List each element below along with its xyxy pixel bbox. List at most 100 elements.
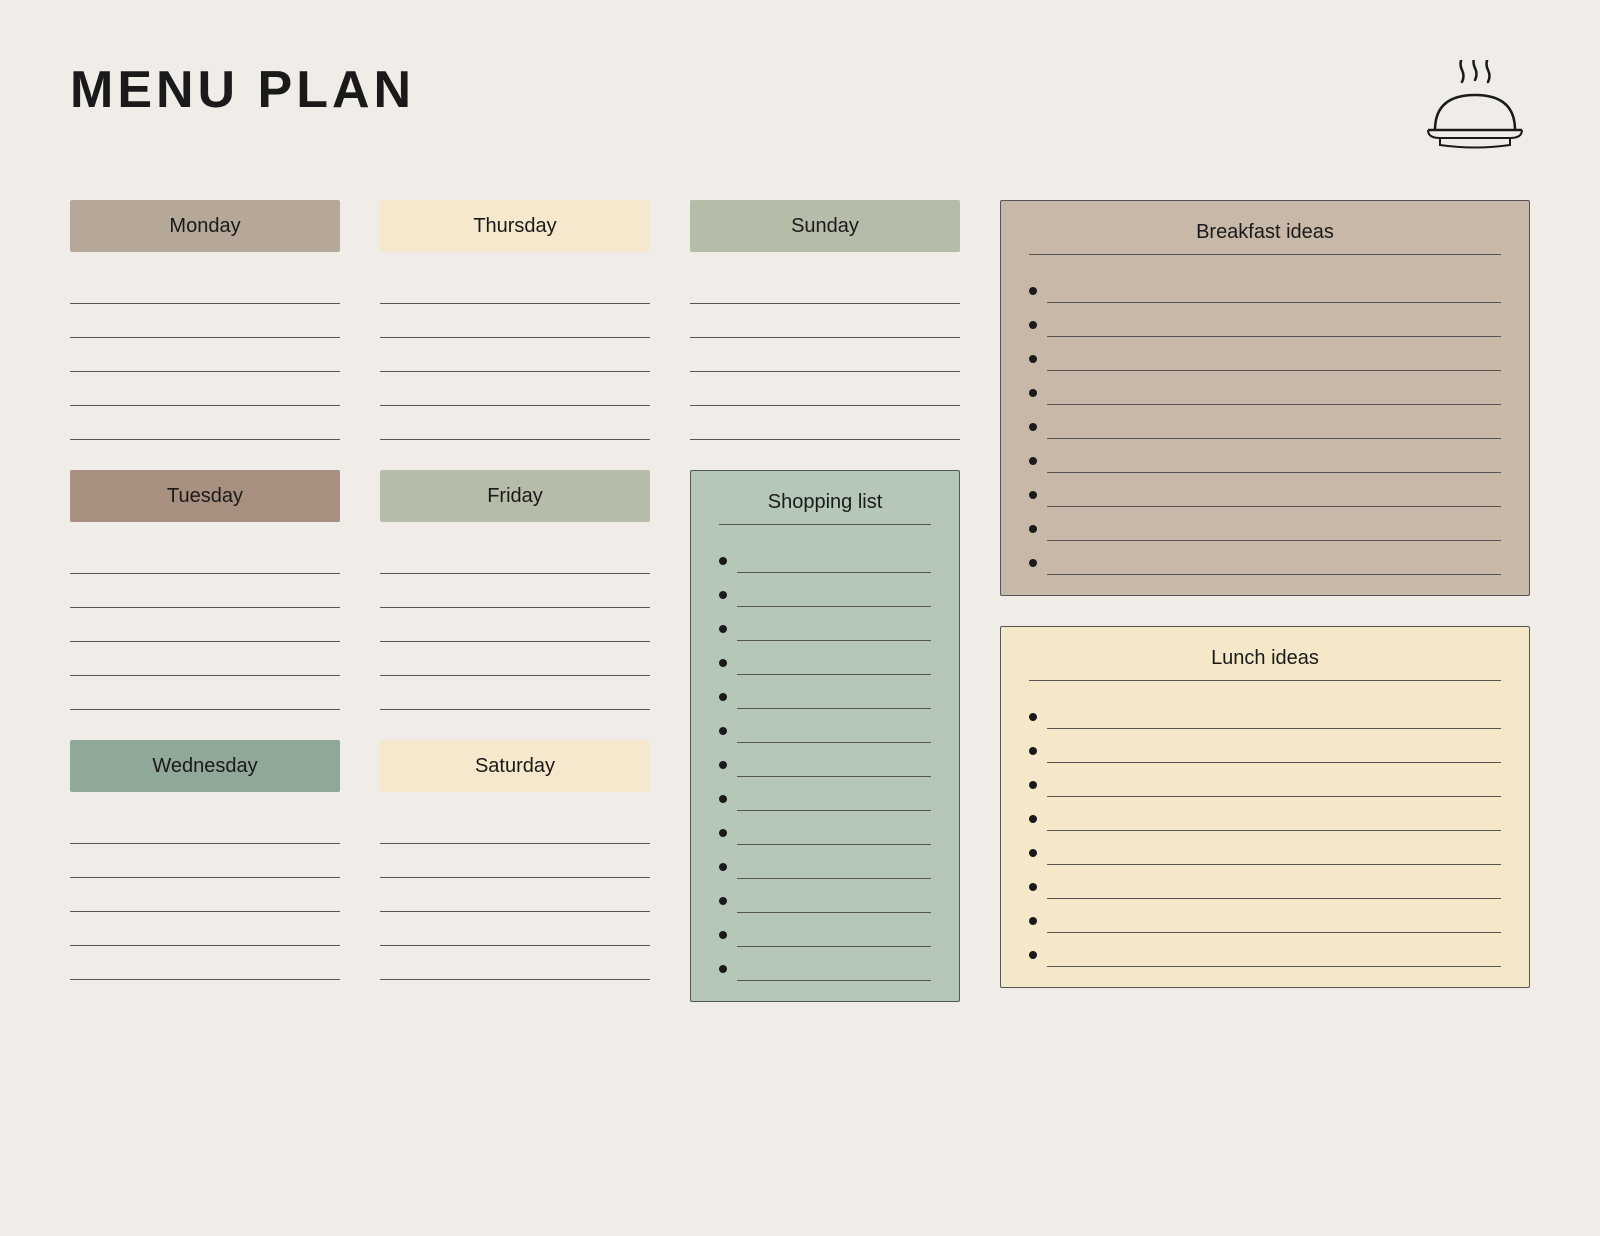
breakfast-title: Breakfast ideas	[1029, 221, 1501, 255]
friday-lines	[380, 540, 650, 710]
item-line	[1047, 541, 1501, 575]
lunch-item	[1029, 797, 1501, 831]
saturday-label: Saturday	[380, 740, 650, 792]
item-line	[737, 947, 931, 981]
tuesday-section: Tuesday	[70, 470, 340, 710]
bullet-dot	[719, 557, 727, 565]
line	[70, 912, 340, 946]
line	[70, 946, 340, 980]
item-line	[1047, 405, 1501, 439]
item-line	[737, 913, 931, 947]
item-line	[1047, 865, 1501, 899]
item-line	[1047, 439, 1501, 473]
bullet-dot	[1029, 747, 1037, 755]
line	[70, 574, 340, 608]
shopping-item	[719, 879, 931, 913]
item-line	[1047, 473, 1501, 507]
bullet-dot	[1029, 951, 1037, 959]
bullet-dot	[719, 693, 727, 701]
lunch-item	[1029, 933, 1501, 967]
bullet-dot	[1029, 423, 1037, 431]
bullet-dot	[1029, 321, 1037, 329]
line	[690, 270, 960, 304]
right-col: Breakfast ideas Lunch ideas	[1000, 200, 1530, 1010]
bullet-dot	[1029, 355, 1037, 363]
line	[690, 406, 960, 440]
item-line	[737, 777, 931, 811]
bullet-dot	[1029, 883, 1037, 891]
bullet-dot	[719, 863, 727, 871]
shopping-item	[719, 641, 931, 675]
breakfast-item	[1029, 405, 1501, 439]
lunch-item	[1029, 729, 1501, 763]
main-grid: Monday Tuesday	[70, 200, 1530, 1010]
line	[380, 574, 650, 608]
line	[380, 270, 650, 304]
bullet-dot	[719, 795, 727, 803]
wednesday-lines	[70, 810, 340, 980]
col3: Sunday Shopping list	[690, 200, 960, 1010]
line	[70, 338, 340, 372]
item-line	[737, 709, 931, 743]
breakfast-item	[1029, 337, 1501, 371]
line	[70, 372, 340, 406]
breakfast-item	[1029, 541, 1501, 575]
bullet-dot	[1029, 287, 1037, 295]
tuesday-lines	[70, 540, 340, 710]
line	[70, 304, 340, 338]
line	[380, 372, 650, 406]
bullet-dot	[719, 897, 727, 905]
bullet-dot	[719, 965, 727, 973]
line	[70, 406, 340, 440]
bullet-dot	[1029, 491, 1037, 499]
item-line	[737, 607, 931, 641]
line	[380, 912, 650, 946]
thursday-section: Thursday	[380, 200, 650, 440]
header: MENU PLAN	[70, 60, 1530, 150]
thursday-lines	[380, 270, 650, 440]
thursday-label: Thursday	[380, 200, 650, 252]
line	[70, 676, 340, 710]
line	[70, 878, 340, 912]
lunch-panel: Lunch ideas	[1000, 626, 1530, 988]
lunch-item	[1029, 899, 1501, 933]
lunch-item	[1029, 865, 1501, 899]
line	[380, 338, 650, 372]
item-line	[1047, 303, 1501, 337]
line	[380, 304, 650, 338]
tuesday-label: Tuesday	[70, 470, 340, 522]
line	[380, 878, 650, 912]
line	[380, 810, 650, 844]
item-line	[1047, 899, 1501, 933]
monday-label: Monday	[70, 200, 340, 252]
sunday-label: Sunday	[690, 200, 960, 252]
line	[690, 338, 960, 372]
shopping-item	[719, 607, 931, 641]
line	[380, 946, 650, 980]
shopping-item	[719, 947, 931, 981]
line	[380, 608, 650, 642]
bullet-dot	[1029, 389, 1037, 397]
lunch-item	[1029, 695, 1501, 729]
line	[70, 270, 340, 304]
wednesday-section: Wednesday	[70, 740, 340, 980]
shopping-list-title: Shopping list	[719, 491, 931, 525]
breakfast-item	[1029, 473, 1501, 507]
bullet-dot	[1029, 849, 1037, 857]
friday-section: Friday	[380, 470, 650, 710]
breakfast-item	[1029, 303, 1501, 337]
line	[70, 642, 340, 676]
lunch-title: Lunch ideas	[1029, 647, 1501, 681]
item-line	[1047, 933, 1501, 967]
page-title: MENU PLAN	[70, 60, 415, 120]
bullet-dot	[1029, 815, 1037, 823]
item-line	[737, 743, 931, 777]
line	[70, 810, 340, 844]
item-line	[737, 879, 931, 913]
saturday-section: Saturday	[380, 740, 650, 980]
item-line	[1047, 763, 1501, 797]
lunch-item	[1029, 831, 1501, 865]
breakfast-item	[1029, 507, 1501, 541]
monday-section: Monday	[70, 200, 340, 440]
item-line	[1047, 797, 1501, 831]
